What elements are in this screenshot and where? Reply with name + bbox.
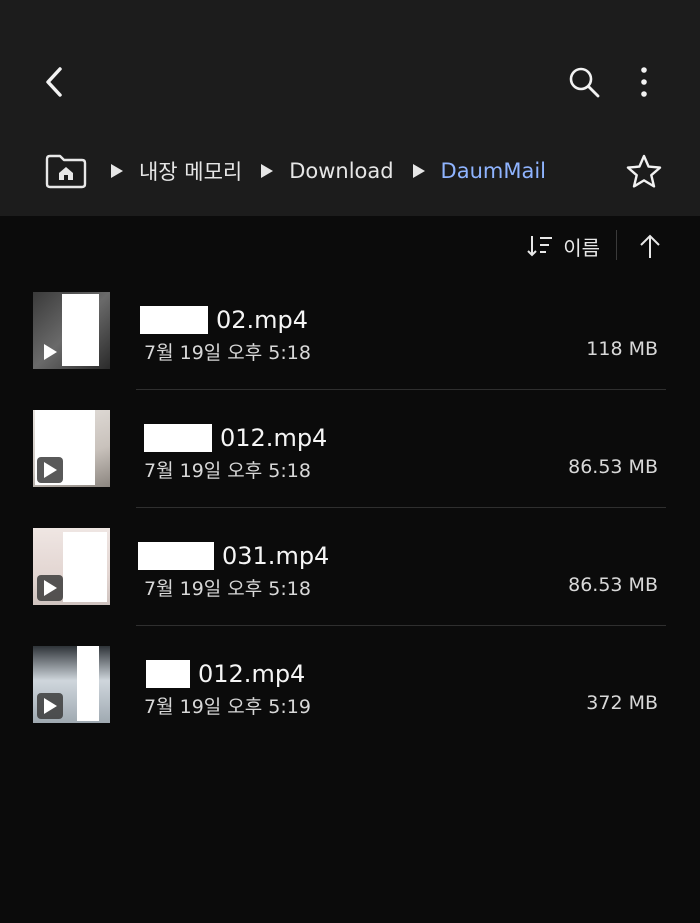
file-name: 012.mp4 — [198, 660, 306, 688]
file-name: 012.mp4 — [220, 424, 328, 452]
video-thumbnail — [33, 410, 110, 487]
chevron-right-icon — [412, 162, 427, 180]
chevron-right-icon — [260, 162, 275, 180]
video-thumbnail — [33, 292, 110, 369]
breadcrumb-internal-storage[interactable]: 내장 메모리 — [139, 156, 242, 186]
breadcrumb-current-folder[interactable]: DaumMail — [441, 159, 546, 183]
play-icon — [37, 339, 63, 365]
file-date: 7월 19일 오후 5:18 — [144, 342, 311, 364]
redacted-block — [146, 660, 190, 688]
list-item[interactable]: 031.mp4 7월 19일 오후 5:18 86.53 MB — [0, 508, 700, 626]
file-date: 7월 19일 오후 5:18 — [144, 578, 311, 600]
file-size: 118 MB — [586, 338, 658, 360]
redacted-block — [140, 306, 208, 334]
video-thumbnail — [33, 528, 110, 605]
file-name: 02.mp4 — [216, 306, 309, 334]
search-icon — [569, 67, 600, 98]
star-icon — [626, 154, 662, 188]
back-button[interactable] — [28, 58, 80, 106]
file-date: 7월 19일 오후 5:18 — [144, 460, 311, 482]
file-size: 86.53 MB — [568, 456, 658, 478]
file-size: 372 MB — [586, 692, 658, 714]
sort-order-button[interactable] — [632, 226, 668, 266]
file-size: 86.53 MB — [568, 574, 658, 596]
arrow-up-icon — [640, 234, 660, 258]
list-item[interactable]: 02.mp4 7월 19일 오후 5:18 118 MB — [0, 272, 700, 390]
list-item[interactable]: 012.mp4 7월 19일 오후 5:19 372 MB — [0, 626, 700, 744]
home-folder-icon — [45, 154, 87, 189]
app-header: 내장 메모리 Download DaumMail — [0, 0, 700, 216]
file-date: 7월 19일 오후 5:19 — [144, 696, 311, 718]
breadcrumb: 내장 메모리 Download DaumMail — [44, 150, 564, 192]
sort-bar: 이름 — [0, 220, 700, 274]
breadcrumb-download[interactable]: Download — [289, 159, 393, 183]
back-arrow-icon — [46, 67, 62, 97]
sort-icon — [527, 236, 553, 257]
play-icon — [37, 693, 63, 719]
more-options-button[interactable] — [624, 58, 664, 106]
redacted-block — [138, 542, 214, 570]
video-thumbnail — [33, 646, 110, 723]
search-button[interactable] — [560, 58, 608, 106]
file-name: 031.mp4 — [222, 542, 330, 570]
play-icon — [37, 575, 63, 601]
more-vert-icon — [641, 67, 647, 97]
sort-label: 이름 — [563, 235, 600, 260]
chevron-right-icon — [110, 162, 125, 180]
redacted-block — [144, 424, 212, 452]
file-list: 02.mp4 7월 19일 오후 5:18 118 MB 012.mp4 7월 … — [0, 272, 700, 744]
play-icon — [37, 457, 63, 483]
divider — [616, 230, 617, 260]
sort-by-button[interactable]: 이름 — [527, 226, 600, 266]
home-folder-button[interactable] — [44, 152, 88, 190]
favorite-button[interactable] — [620, 148, 668, 194]
list-item[interactable]: 012.mp4 7월 19일 오후 5:18 86.53 MB — [0, 390, 700, 508]
